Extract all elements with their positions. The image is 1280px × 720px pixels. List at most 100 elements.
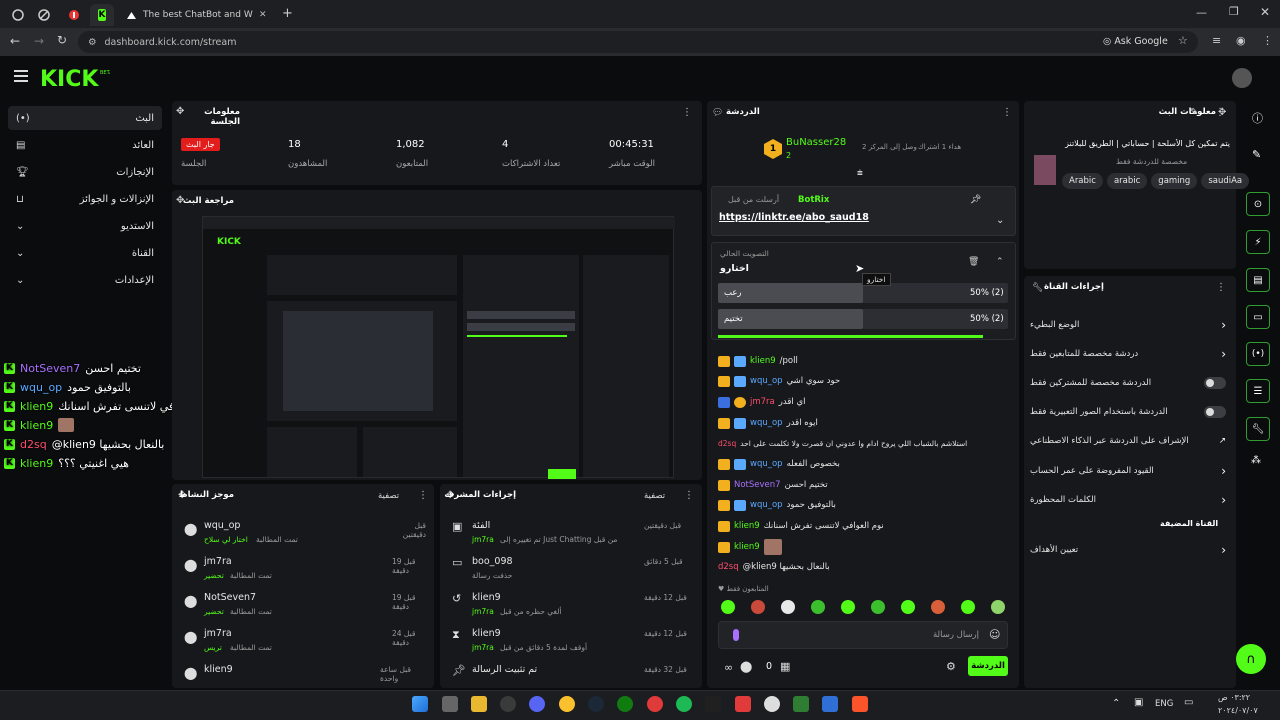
obs-icon[interactable] [500, 696, 516, 712]
emote-button[interactable] [961, 600, 975, 614]
spotify-icon[interactable] [676, 696, 692, 712]
nav-item-achievements[interactable]: الإنجازات 🏆︎ [8, 160, 162, 184]
language-indicator[interactable]: ENG [1155, 699, 1173, 709]
tray-app-icon[interactable]: ▣ [1134, 697, 1143, 708]
close-tab-icon[interactable]: ✕ [259, 10, 267, 20]
trash-icon[interactable]: 🗑︎ [968, 257, 979, 267]
send-button[interactable]: الدردشة [968, 656, 1008, 676]
menu-dots-icon[interactable]: ⋮ [1262, 34, 1273, 47]
gift-icon[interactable]: ▦ [780, 660, 790, 673]
forward-arrow-icon[interactable]: → [34, 34, 44, 48]
poll-option[interactable]: رعب 50% (2) [718, 283, 1008, 303]
file-explorer-icon[interactable] [471, 696, 487, 712]
avatar[interactable] [1232, 68, 1252, 88]
more-options-icon[interactable]: ⋮ [1216, 282, 1226, 293]
address-bar[interactable]: ⚙ dashboard.kick.com/stream [78, 31, 1198, 53]
channel-action-emote-only[interactable]: الدردشة باستخدام الصور التعبيرية فقط [1030, 402, 1226, 422]
channel-action-followers-only[interactable]: › دردشة مخصصة للمتابعين فقط [1030, 344, 1226, 364]
back-arrow-icon[interactable]: ← [10, 34, 20, 48]
sidebar-wrench-button[interactable]: 🔧︎ [1246, 417, 1270, 441]
taskbar-app-icon[interactable] [822, 696, 838, 712]
emote-button[interactable] [781, 600, 795, 614]
taskbar-app-icon[interactable] [442, 696, 458, 712]
poll-option[interactable]: تختيم 50% (2) [718, 309, 1008, 329]
pinned-link[interactable]: https://linktr.ee/abo_saud18 [719, 212, 869, 223]
channel-action-subscribers-only[interactable]: الدردشة مخصصة للمشتركين فقط [1030, 373, 1226, 393]
settings-app-icon[interactable] [764, 696, 780, 712]
nav-item-revenue[interactable]: العائد ▤ [8, 133, 162, 157]
ask-google-button[interactable]: ◎ Ask Google [1103, 36, 1168, 47]
settings-icon[interactable]: ⚙ [946, 660, 956, 673]
xbox-icon[interactable] [617, 696, 633, 712]
sidebar-broadcast-button[interactable]: (•) [1246, 342, 1270, 366]
channel-action-set-goals[interactable]: تعيين الأهداف › [1030, 540, 1226, 560]
site-info-icon[interactable]: ⚙ [88, 37, 97, 48]
chrome-icon[interactable] [559, 696, 575, 712]
toggle-switch[interactable] [1204, 406, 1226, 418]
more-options-icon[interactable]: ⋮ [1002, 107, 1012, 118]
tab-pinned-3[interactable] [60, 4, 84, 26]
bookmark-star-icon[interactable]: ☆ [1178, 34, 1188, 47]
edit-pencil-icon[interactable]: ✎ [1252, 148, 1261, 161]
sparkle-icon[interactable]: ⁂ [1251, 455, 1261, 466]
filter-button[interactable]: تصفية [378, 491, 399, 501]
new-tab-button[interactable]: + [282, 6, 293, 21]
capcut-icon[interactable] [705, 696, 721, 712]
close-window-button[interactable]: ✕ [1260, 5, 1270, 19]
profile-icon[interactable]: ◉ [1236, 34, 1246, 47]
clock-time[interactable]: ٠٣:٢٢ ص [1218, 693, 1250, 702]
nav-item-channel[interactable]: القناة ⌄ [8, 241, 162, 265]
sidebar-document-button[interactable]: ▤ [1246, 268, 1270, 292]
drag-handle-icon[interactable]: ✥ [176, 106, 184, 117]
nav-item-settings[interactable]: الإعدادات ⌄ [8, 268, 162, 292]
microphone-icon[interactable] [733, 629, 739, 641]
emote-button[interactable] [991, 600, 1005, 614]
more-options-icon[interactable]: ⋮ [682, 107, 692, 118]
clock-date[interactable]: ٢٠٢٤/٠٧/٠٧ [1218, 706, 1258, 715]
channel-action-account-age[interactable]: القيود المفروضة على عمر الحساب › [1030, 461, 1226, 481]
sidebar-camera-button[interactable]: ⊙ [1246, 192, 1270, 216]
channel-action-slow-mode[interactable]: › الوضع البطيء [1030, 315, 1226, 335]
help-button[interactable]: ∩ [1236, 644, 1266, 674]
chat-input[interactable]: إرسال رسالة ☺ [718, 621, 1008, 649]
more-options-icon[interactable]: ⋮ [1215, 107, 1225, 118]
taskbar-app-icon[interactable] [647, 696, 663, 712]
info-icon[interactable]: ⓘ [1252, 110, 1263, 126]
taskbar-app-icon[interactable] [735, 696, 751, 712]
top-gifter-user[interactable]: BuNasser28 [786, 137, 846, 148]
channel-action-ai-moderation[interactable]: الإشراف على الدردشة عبر الذكاء الاصطناعي… [1030, 431, 1226, 451]
tab-pinned-1[interactable] [4, 4, 28, 26]
chevron-up-icon[interactable]: ⌃ [996, 257, 1004, 267]
emote-button[interactable] [721, 600, 735, 614]
filter-button[interactable]: تصفية [644, 491, 665, 501]
taskbar-app-icon[interactable] [793, 696, 809, 712]
nav-item-drops[interactable]: الإنزالات و الجوائز ⊔ [8, 187, 162, 211]
emote-button[interactable] [811, 600, 825, 614]
more-options-icon[interactable]: ⋮ [418, 490, 428, 501]
emote-button[interactable] [751, 600, 765, 614]
extensions-icon[interactable]: ≡ [1212, 34, 1221, 47]
chevron-down-icon[interactable]: ⌄ [996, 215, 1004, 226]
emote-button[interactable] [931, 600, 945, 614]
stream-video[interactable]: KICK [202, 216, 675, 479]
expand-icon[interactable]: ⩧ [857, 168, 863, 179]
emote-button[interactable] [841, 600, 855, 614]
emote-button[interactable] [871, 600, 885, 614]
tab-pinned-2[interactable] [30, 4, 54, 26]
steam-icon[interactable] [588, 696, 604, 712]
tab-chatbot[interactable]: The best ChatBot and Widgets ✕ [118, 4, 278, 26]
crown-icon[interactable]: ⬤ [740, 660, 752, 673]
discord-icon[interactable] [529, 696, 545, 712]
kick-logo[interactable]: KICKBETA [40, 66, 110, 90]
nav-item-studio[interactable]: الاستديو ⌄ [8, 214, 162, 238]
emote-button[interactable] [901, 600, 915, 614]
toggle-switch[interactable] [1204, 377, 1226, 389]
more-options-icon[interactable]: ⋮ [684, 490, 694, 501]
network-icon[interactable]: ▭ [1184, 697, 1193, 708]
emoji-icon[interactable]: ☺ [989, 628, 1000, 641]
sidebar-lightning-button[interactable]: ⚡︎ [1246, 230, 1270, 254]
minimize-button[interactable]: — [1196, 6, 1207, 19]
tab-kick-active[interactable]: K [90, 4, 114, 26]
hamburger-menu-icon[interactable] [14, 70, 28, 82]
tray-chevron-icon[interactable]: ⌃ [1112, 698, 1120, 709]
